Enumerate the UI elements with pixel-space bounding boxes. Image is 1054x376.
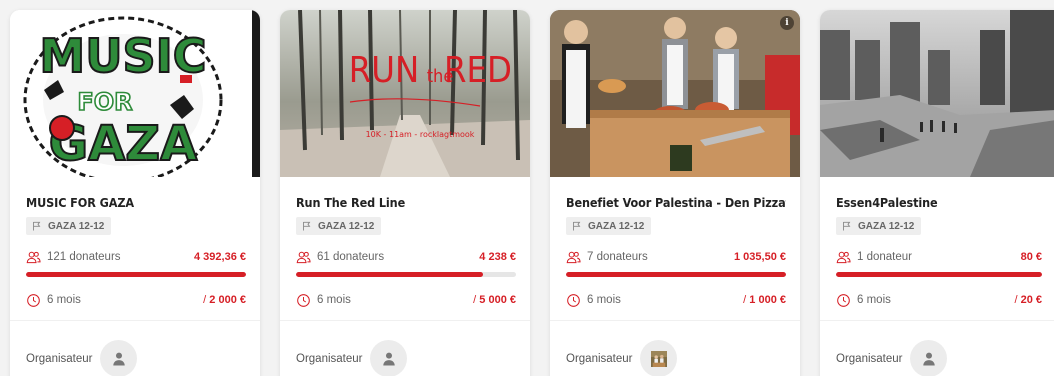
time-row: 6 mois / 2 000 € <box>26 292 246 308</box>
organizer: Organisateur <box>296 340 516 376</box>
people-icon <box>836 251 851 263</box>
organizer: Organisateur <box>26 340 246 376</box>
donors-row: 7 donateurs 1 035,50 € <box>566 249 786 265</box>
donor-count: 61 donateurs <box>317 251 385 263</box>
organizer-label: Organisateur <box>566 352 633 365</box>
amount-raised: 1 035,50 € <box>734 251 786 263</box>
svg-text:10K - 11am - rocklagtmook: 10K - 11am - rocklagtmook <box>366 130 475 139</box>
clock-icon <box>837 293 850 307</box>
campaign-card[interactable]: MUSIC FOR GAZA MUSIC FOR GAZA GAZA 12-12… <box>10 10 260 376</box>
campaign-card[interactable]: Essen4Palestine GAZA 12-12 1 donateur 80… <box>820 10 1054 376</box>
tag-label: GAZA 12-12 <box>588 220 645 232</box>
organizer: Organisateur <box>836 340 1042 376</box>
ruins-photo <box>820 10 1054 177</box>
info-icon[interactable]: i <box>780 16 794 30</box>
donors-row: 61 donateurs 4 238 € <box>296 249 516 265</box>
pizza-photo: i <box>550 10 800 177</box>
person-icon <box>923 352 935 365</box>
progress-bar <box>296 272 516 277</box>
divider <box>820 320 1054 321</box>
progress-bar <box>836 272 1042 277</box>
music-for-gaza-logo: MUSIC FOR GAZA <box>10 10 260 177</box>
campaign-tag[interactable]: GAZA 12-12 <box>296 217 382 235</box>
campaign-tag[interactable]: GAZA 12-12 <box>26 217 112 235</box>
time-row: 6 mois / 1 000 € <box>566 292 786 308</box>
person-icon <box>383 352 395 365</box>
divider <box>10 320 260 321</box>
clock-icon <box>27 293 40 307</box>
card-body: Benefiet Voor Palestina - Den Pizzafiets… <box>550 195 800 376</box>
person-icon <box>113 352 125 365</box>
flag-icon <box>573 221 581 231</box>
clock-icon <box>567 293 580 307</box>
campaign-card[interactable]: RUN the RED 10K - 11am - rocklagtmook Ru… <box>280 10 530 376</box>
people-icon <box>296 251 311 263</box>
organizer: Organisateur <box>566 340 786 376</box>
donors-row: 1 donateur 80 € <box>836 249 1042 265</box>
goal-amount: / 2 000 € <box>203 294 246 306</box>
card-body: Essen4Palestine GAZA 12-12 1 donateur 80… <box>820 195 1054 376</box>
campaign-image[interactable]: MUSIC FOR GAZA <box>10 10 260 177</box>
organizer-avatar[interactable] <box>370 340 408 376</box>
organizer-label: Organisateur <box>296 352 363 365</box>
organizer-avatar[interactable] <box>640 340 678 376</box>
tag-label: GAZA 12-12 <box>858 220 915 232</box>
clock-icon <box>297 293 310 307</box>
duration: 6 mois <box>317 294 351 306</box>
organizer-label: Organisateur <box>26 352 93 365</box>
progress-bar <box>26 272 246 277</box>
goal-amount: / 20 € <box>1014 294 1042 306</box>
time-row: 6 mois / 20 € <box>836 292 1042 308</box>
progress-fill <box>836 272 1042 277</box>
organizer-avatar[interactable] <box>910 340 948 376</box>
campaign-image[interactable] <box>820 10 1054 177</box>
campaign-title[interactable]: Benefiet Voor Palestina - Den Pizzafiets <box>566 195 786 211</box>
campaign-tag[interactable]: GAZA 12-12 <box>566 217 652 235</box>
donor-count: 121 donateurs <box>47 251 121 263</box>
progress-fill <box>296 272 483 277</box>
svg-text:MUSIC: MUSIC <box>39 29 206 83</box>
donor-count: 1 donateur <box>857 251 912 263</box>
duration: 6 mois <box>587 294 621 306</box>
progress-fill <box>26 272 246 277</box>
goal-amount: / 1 000 € <box>743 294 786 306</box>
campaign-card[interactable]: i i Benefiet Voor Palestina - Den Pizzaf… <box>550 10 800 376</box>
svg-text:FOR: FOR <box>77 88 132 116</box>
flag-icon <box>303 221 311 231</box>
divider <box>280 320 530 321</box>
flag-icon <box>33 221 41 231</box>
donors-row: 121 donateurs 4 392,36 € <box>26 249 246 265</box>
divider <box>550 320 800 321</box>
campaign-image[interactable]: i i <box>550 10 800 177</box>
tag-label: GAZA 12-12 <box>48 220 105 232</box>
campaign-title[interactable]: MUSIC FOR GAZA <box>26 195 246 211</box>
duration: 6 mois <box>857 294 891 306</box>
flag-icon <box>843 221 851 231</box>
forest-path-photo: RUN the RED 10K - 11am - rocklagtmook <box>280 10 530 177</box>
donor-count: 7 donateurs <box>587 251 648 263</box>
campaign-title[interactable]: Essen4Palestine <box>836 195 1042 211</box>
organizer-label: Organisateur <box>836 352 903 365</box>
campaign-cards: MUSIC FOR GAZA MUSIC FOR GAZA GAZA 12-12… <box>10 10 1054 376</box>
organizer-photo <box>650 350 667 367</box>
amount-raised: 4 238 € <box>479 251 516 263</box>
amount-raised: 80 € <box>1020 251 1042 263</box>
people-icon <box>566 251 581 263</box>
goal-amount: / 5 000 € <box>473 294 516 306</box>
progress-bar <box>566 272 786 277</box>
campaign-image[interactable]: RUN the RED 10K - 11am - rocklagtmook <box>280 10 530 177</box>
time-row: 6 mois / 5 000 € <box>296 292 516 308</box>
tag-label: GAZA 12-12 <box>318 220 375 232</box>
campaign-title[interactable]: Run The Red Line <box>296 195 516 211</box>
svg-text:RUN: RUN <box>349 50 419 91</box>
duration: 6 mois <box>47 294 81 306</box>
card-body: Run The Red Line GAZA 12-12 61 donateurs… <box>280 195 530 376</box>
organizer-avatar[interactable] <box>100 340 138 376</box>
progress-fill <box>566 272 786 277</box>
amount-raised: 4 392,36 € <box>194 251 246 263</box>
svg-text:RED: RED <box>444 50 512 91</box>
people-icon <box>26 251 41 263</box>
campaign-tag[interactable]: GAZA 12-12 <box>836 217 922 235</box>
card-body: MUSIC FOR GAZA GAZA 12-12 121 donateurs … <box>10 195 260 376</box>
